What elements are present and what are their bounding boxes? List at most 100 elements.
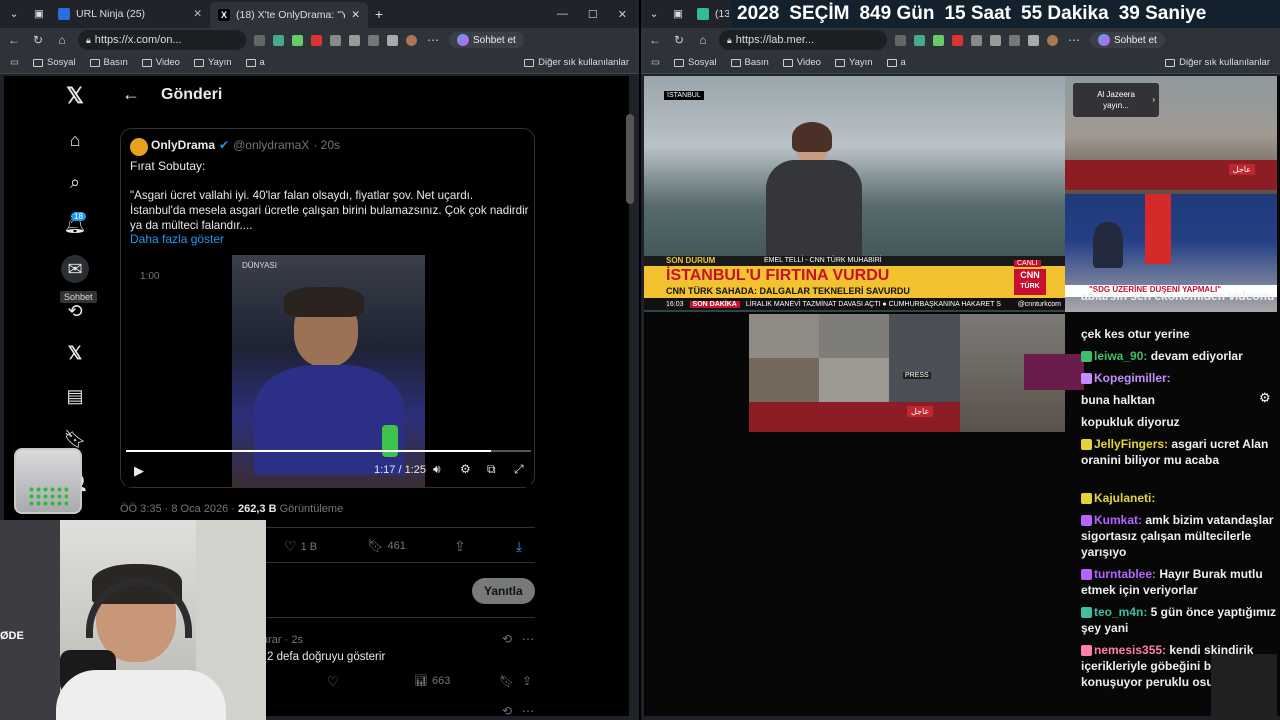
close-window-icon[interactable]: ✕ (618, 8, 627, 21)
chat-username[interactable]: JellyFingers: (1094, 437, 1168, 451)
extension-icon[interactable] (368, 34, 379, 46)
close-icon[interactable]: ✕ (193, 8, 202, 20)
chat-username[interactable]: nemesis355: (1094, 643, 1166, 657)
home-icon[interactable]: ⌂ (54, 33, 70, 47)
tab-url-ninja[interactable]: URL Ninja (25) ✕ (50, 2, 210, 26)
download-icon[interactable]: ⤓ (516, 538, 522, 555)
lists-icon[interactable]: ▤ (63, 384, 87, 408)
chat-username[interactable]: turntablee: (1094, 567, 1156, 581)
collections-icon[interactable]: ▭ (651, 57, 660, 68)
bookmark-folder[interactable]: Basın (89, 57, 128, 68)
cnn-turk-feed[interactable]: İSTANBUL SON DURUM EMEL TELLİ - CNN TÜRK… (644, 76, 1065, 312)
author-name[interactable]: OnlyDrama (151, 138, 215, 152)
video-progress-track[interactable] (126, 450, 531, 452)
extension-icon[interactable] (895, 34, 906, 46)
url-field[interactable]: 🔒︎ https://lab.mer... (719, 30, 887, 50)
minimize-icon[interactable]: — (557, 8, 568, 21)
new-tab-button[interactable]: + (368, 2, 390, 26)
pip-icon[interactable]: ⧉ (487, 462, 496, 477)
extension-icon[interactable] (952, 34, 963, 46)
chat-username[interactable]: Kajulaneti: (1094, 491, 1155, 505)
bookmark-folder[interactable]: a (245, 57, 265, 68)
home-icon[interactable]: ⌂ (695, 33, 711, 47)
copilot-button[interactable]: Sohbet et (1090, 32, 1165, 48)
back-arrow-icon[interactable]: ← (122, 84, 140, 105)
tab-stream[interactable]: (13) (689, 2, 729, 26)
avatar[interactable] (1047, 34, 1058, 46)
extension-icon[interactable] (292, 34, 303, 46)
avatar[interactable] (130, 138, 148, 156)
settings-icon[interactable]: ⚙ (460, 462, 471, 476)
tab-actions-button[interactable]: ⌄ (0, 2, 28, 26)
chat-username[interactable]: teo_m4n: (1094, 605, 1147, 619)
other-bookmarks[interactable]: Diğer sık kullanılanlar (524, 57, 629, 68)
close-icon[interactable]: ✕ (351, 9, 360, 21)
home-icon[interactable]: ⌂ (63, 128, 87, 152)
maximize-icon[interactable]: ☐ (588, 8, 598, 21)
more-icon[interactable]: ⋯ (425, 33, 441, 47)
extension-icon[interactable] (971, 34, 982, 46)
bookmark-folder[interactable]: a (886, 57, 906, 68)
extension-icon[interactable] (1028, 34, 1039, 46)
reply-author[interactable]: urar · 2s (262, 634, 303, 646)
more-icon[interactable]: ⋯ (1066, 33, 1082, 47)
bookmark-button[interactable]: 🔖︎ 461 (367, 538, 406, 554)
share-icon[interactable]: ⇪ (454, 538, 466, 555)
bookmark-folder[interactable]: Sosyal (32, 57, 76, 68)
like-button[interactable]: ♡ 1 B (284, 538, 317, 555)
extension-icon[interactable] (990, 34, 1001, 46)
bookmark-folder[interactable]: Video (782, 57, 821, 68)
grok-icon[interactable]: ⟲ (63, 299, 87, 323)
tab-x-onlydrama[interactable]: X (18) X'te OnlyDrama: "YakupTV, Fı ✕ (210, 2, 368, 28)
back-icon[interactable]: ← (6, 33, 22, 47)
chat-settings-icon[interactable]: ⚙ (1259, 390, 1271, 406)
collections-icon[interactable]: ▭ (10, 57, 19, 68)
video-player[interactable]: 1:00 DÜNYASI ▶ 1:17 / 1:25 🔊︎ ⚙ ⧉ ⤢ (126, 255, 531, 487)
copilot-button[interactable]: Sohbet et (449, 32, 524, 48)
extension-icon[interactable] (349, 34, 360, 46)
extension-icon[interactable] (933, 34, 944, 46)
chat-username[interactable]: Kumkat: (1094, 513, 1142, 527)
extension-icon[interactable] (1009, 34, 1020, 46)
avatar[interactable] (406, 34, 417, 46)
bookmark-folder[interactable]: Sosyal (673, 57, 717, 68)
extension-icon[interactable] (387, 34, 398, 46)
more-icon[interactable]: ⋯ (522, 704, 534, 718)
refresh-icon[interactable]: ↻ (671, 33, 687, 47)
other-bookmarks[interactable]: Diğer sık kullanılanlar (1165, 57, 1270, 68)
grok-icon[interactable]: ⟲ (502, 632, 512, 646)
messages-icon[interactable]: ✉ (61, 255, 89, 283)
views-button[interactable]: 📊︎ 663 (414, 674, 450, 688)
bookmark-folder[interactable]: Video (141, 57, 180, 68)
bookmark-icon[interactable]: 🔖︎ (499, 674, 514, 688)
reply-button[interactable]: Yanıtla (472, 578, 535, 604)
url-field[interactable]: 🔒︎ https://x.com/on... (78, 30, 246, 50)
tab-actions-button[interactable]: ⌄ (641, 2, 667, 26)
third-news-feed[interactable] (960, 314, 1084, 432)
aljazeera-grid-feed[interactable]: PRESS عاجل (749, 314, 960, 432)
play-icon[interactable]: ▶ (134, 463, 144, 479)
workspaces-button[interactable]: ▣ (667, 2, 689, 26)
post-card[interactable]: OnlyDrama ✔ @onlydramaX · 20s Fırat Sobu… (120, 128, 535, 488)
x-logo-icon[interactable]: 𝕏 (63, 83, 87, 108)
extension-icon[interactable] (914, 34, 925, 46)
heart-icon[interactable]: ♡ (327, 674, 339, 690)
bookmark-folder[interactable]: Basın (730, 57, 769, 68)
author-handle[interactable]: @onlydramaX (233, 138, 309, 152)
premium-icon[interactable]: 𝕏 (63, 341, 87, 365)
back-icon[interactable]: ← (647, 33, 663, 47)
more-icon[interactable]: ⋯ (522, 632, 534, 646)
chat-username[interactable]: leiwa_90: (1094, 349, 1147, 363)
volume-icon[interactable]: 🔊︎ (433, 462, 441, 477)
fullscreen-icon[interactable]: ⤢ (514, 462, 524, 477)
extension-icon[interactable] (311, 34, 322, 46)
show-more-link[interactable]: Daha fazla göster (130, 232, 224, 246)
bookmark-folder[interactable]: Yayın (193, 57, 232, 68)
search-icon[interactable]: ⌕ (63, 170, 87, 194)
extension-icon[interactable] (254, 34, 265, 46)
share-icon[interactable]: ⇪ (522, 674, 532, 688)
extension-icon[interactable] (273, 34, 284, 46)
bookmark-folder[interactable]: Yayın (834, 57, 873, 68)
chat-username[interactable]: Kopegimiller: (1094, 371, 1171, 385)
refresh-icon[interactable]: ↻ (30, 33, 46, 47)
